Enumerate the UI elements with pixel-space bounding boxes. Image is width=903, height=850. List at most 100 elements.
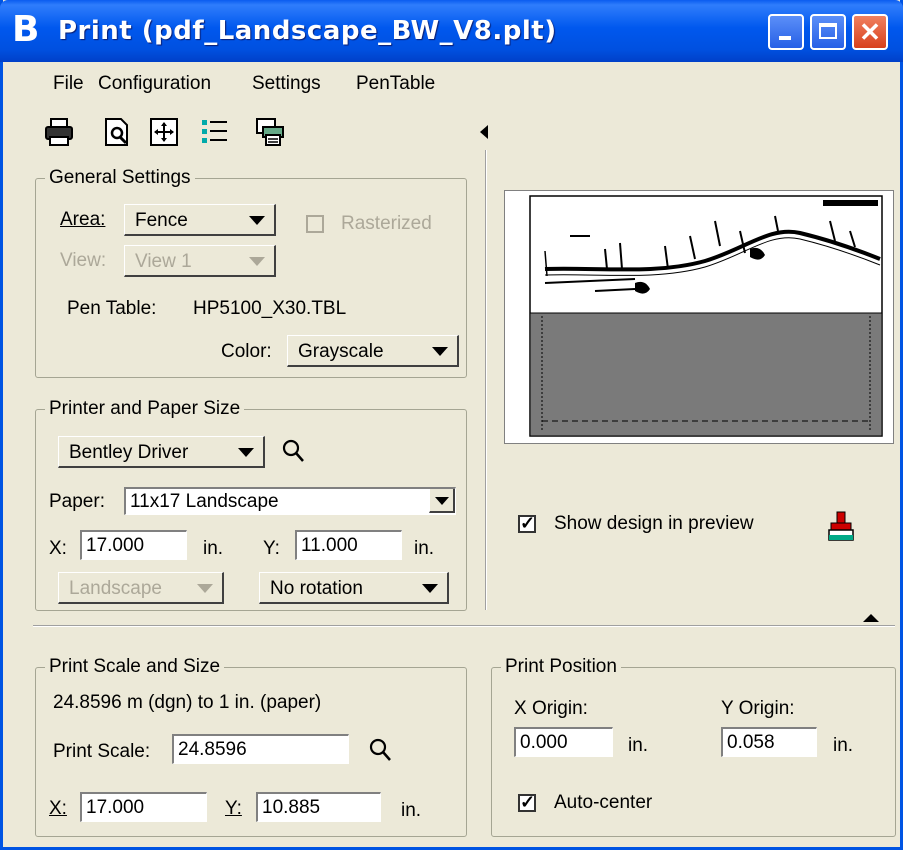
x-origin-value: 0.000 — [520, 732, 568, 753]
menu-settings-label: Settings — [252, 73, 321, 94]
preview-drawing — [529, 195, 883, 437]
area-label: Area: — [60, 209, 106, 230]
view-dropdown[interactable]: View 1 — [124, 245, 276, 277]
print-scale-title: Print Scale and Size — [45, 656, 225, 678]
color-value: Grayscale — [298, 341, 384, 362]
printer-icon[interactable] — [43, 116, 75, 148]
menu-configuration-label: Configuration — [98, 73, 212, 94]
x-origin-unit: in. — [628, 735, 649, 756]
menu-configuration[interactable]: Configuration — [98, 73, 211, 95]
paper-y-value: 11.000 — [301, 535, 358, 556]
print-scale-label: Print Scale: — [53, 741, 151, 762]
menu-settings[interactable]: Settings — [252, 73, 321, 95]
area-dropdown[interactable]: Fence — [124, 204, 276, 236]
scale-unit: in. — [401, 800, 422, 821]
scale-y-value: 10.885 — [262, 797, 321, 818]
rasterized-label: Rasterized — [341, 213, 432, 234]
scale-y-field[interactable]: 10.885 — [256, 792, 381, 822]
pen-table-value: HP5100_X30.TBL — [193, 298, 347, 319]
menu-file-label: File — [53, 73, 84, 94]
orientation-dropdown[interactable]: Landscape — [58, 572, 224, 604]
printer-paper-title: Printer and Paper Size — [45, 398, 245, 420]
check-mark-icon: ✓ — [520, 792, 536, 812]
chevron-down-icon — [249, 216, 265, 225]
print-scale-field[interactable]: 24.8596 — [172, 734, 349, 764]
pen-table-label: Pen Table: — [67, 298, 157, 319]
paper-dropdown-button[interactable] — [429, 489, 455, 513]
check-mark-icon: ✓ — [520, 513, 536, 533]
chevron-down-icon — [249, 257, 265, 266]
x-origin-field[interactable]: 0.000 — [514, 727, 613, 757]
paper-x-label: X: — [49, 538, 67, 559]
chevron-down-icon — [238, 448, 254, 457]
color-label: Color: — [221, 341, 272, 362]
y-origin-value: 0.058 — [727, 732, 775, 753]
paper-value: 11x17 Landscape — [130, 491, 279, 512]
y-origin-field[interactable]: 0.058 — [721, 727, 817, 757]
collapse-left-arrow-icon[interactable] — [480, 125, 488, 139]
chevron-down-icon — [432, 347, 448, 356]
view-label: View: — [60, 250, 107, 271]
paper-y-unit: in. — [414, 538, 435, 559]
collapse-up-arrow-icon[interactable] — [863, 614, 879, 622]
y-origin-label: Y Origin: — [721, 698, 795, 719]
chevron-down-icon — [197, 584, 213, 593]
paper-x-value: 17.000 — [86, 535, 145, 556]
paper-y-field[interactable]: 11.000 — [295, 530, 402, 560]
scale-x-label: X: — [49, 798, 67, 819]
printer-driver-value: Bentley Driver — [69, 442, 189, 463]
window-title: Print (pdf_Landscape_BW_V8.plt) — [58, 16, 557, 46]
close-icon: ✕ — [859, 17, 881, 47]
attributes-list-icon[interactable] — [199, 116, 231, 148]
menu-pentable-label: PenTable — [356, 73, 436, 94]
orientation-value: Landscape — [69, 578, 162, 599]
title-bar[interactable]: B Print (pdf_Landscape_BW_V8.plt) ✕ — [0, 0, 903, 62]
scale-y-label: Y: — [225, 798, 242, 819]
search-icon[interactable] — [281, 438, 305, 464]
rotation-dropdown[interactable]: No rotation — [259, 572, 449, 604]
maximize-button[interactable] — [810, 14, 846, 50]
show-design-label: Show design in preview — [554, 513, 754, 534]
auto-center-label: Auto-center — [554, 792, 653, 813]
scale-ratio-text: 24.8596 m (dgn) to 1 in. (paper) — [53, 692, 322, 713]
menu-file[interactable]: File — [53, 73, 84, 95]
rasterized-checkbox[interactable] — [306, 215, 324, 233]
scale-x-value: 17.000 — [86, 797, 145, 818]
print-preview-icon[interactable] — [101, 116, 133, 148]
horizontal-splitter[interactable] — [33, 625, 895, 627]
print-scale-value: 24.8596 — [178, 739, 247, 760]
chevron-down-icon — [435, 497, 449, 505]
show-design-checkbox[interactable]: ✓ — [518, 513, 536, 533]
bentley-app-icon: B — [12, 9, 40, 50]
plot-config-icon[interactable] — [254, 116, 286, 148]
print-preview-pane — [504, 190, 894, 444]
y-origin-unit: in. — [833, 735, 854, 756]
color-dropdown[interactable]: Grayscale — [287, 335, 459, 367]
view-value: View 1 — [135, 251, 192, 272]
paint-brush-icon[interactable] — [826, 510, 856, 544]
paper-label: Paper: — [49, 491, 105, 512]
chevron-down-icon — [422, 584, 438, 593]
x-origin-label: X Origin: — [514, 698, 588, 719]
minimize-icon — [779, 36, 791, 40]
scale-x-field[interactable]: 17.000 — [80, 792, 207, 822]
paper-dropdown[interactable]: 11x17 Landscape — [124, 487, 456, 515]
menu-bar: File Configuration Settings PenTable — [3, 62, 903, 102]
general-settings-title: General Settings — [45, 167, 195, 189]
printer-driver-dropdown[interactable]: Bentley Driver — [58, 436, 265, 468]
maximize-icon — [819, 23, 837, 39]
search-icon[interactable] — [368, 737, 392, 763]
minimize-button[interactable] — [768, 14, 804, 50]
vertical-splitter[interactable] — [485, 150, 487, 610]
print-dialog: B Print (pdf_Landscape_BW_V8.plt) ✕ File… — [0, 0, 903, 850]
maximize-area-icon[interactable] — [148, 116, 180, 148]
menu-pentable[interactable]: PenTable — [356, 73, 435, 95]
rotation-value: No rotation — [270, 578, 363, 599]
paper-x-field[interactable]: 17.000 — [80, 530, 187, 560]
paper-x-unit: in. — [203, 538, 224, 559]
area-value: Fence — [135, 210, 188, 231]
auto-center-checkbox[interactable]: ✓ — [518, 792, 536, 812]
paper-y-label: Y: — [263, 538, 280, 559]
close-button[interactable]: ✕ — [852, 14, 888, 50]
print-position-title: Print Position — [501, 656, 621, 678]
